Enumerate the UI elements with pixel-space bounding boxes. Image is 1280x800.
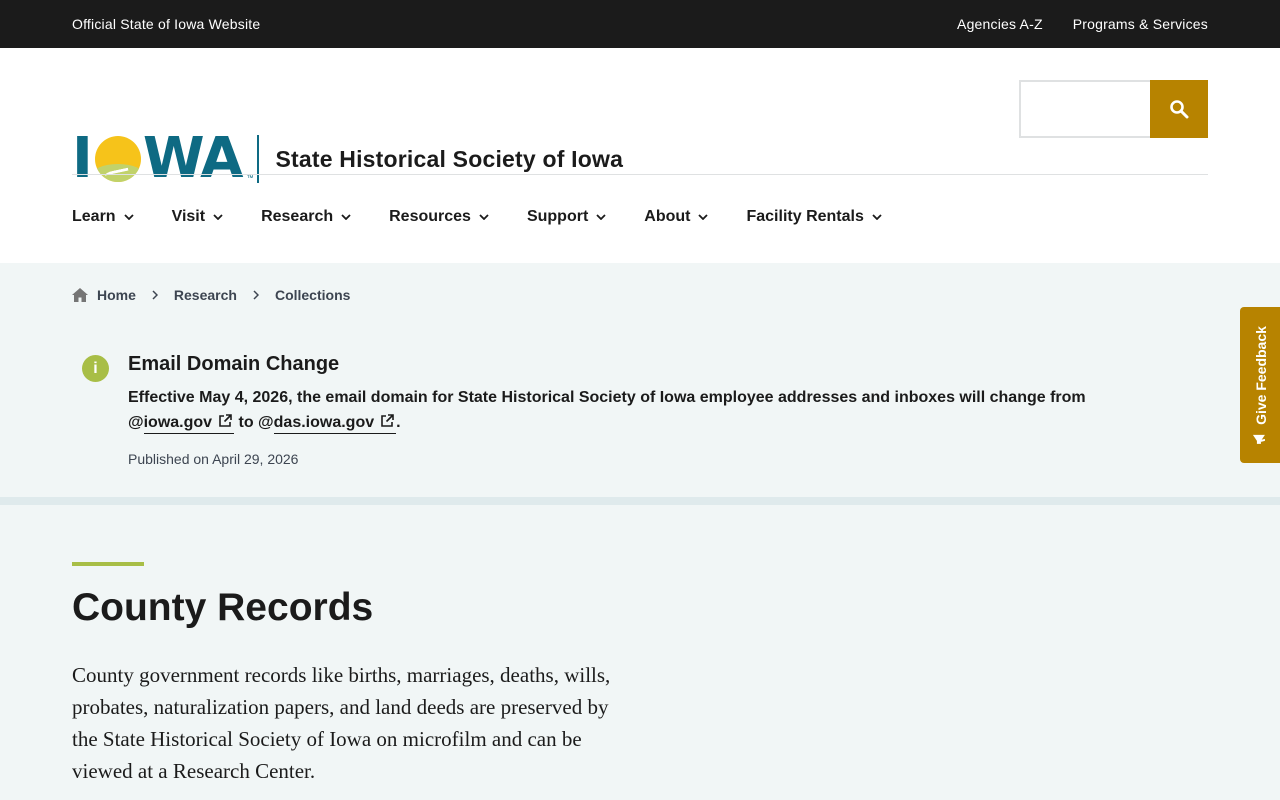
- external-link-icon: [380, 411, 394, 436]
- nav-support[interactable]: Support: [527, 208, 606, 226]
- nav-about[interactable]: About: [644, 208, 709, 226]
- chevron-down-icon: [341, 214, 351, 220]
- breadcrumb-research[interactable]: Research: [174, 287, 237, 303]
- brand[interactable]: I WA ™ State Historical Society of Iowa: [72, 126, 623, 191]
- alert-published-date: Published on April 29, 2026: [128, 451, 299, 467]
- agencies-link[interactable]: Agencies A-Z: [957, 16, 1043, 32]
- megaphone-icon: [1252, 430, 1269, 444]
- chevron-right-icon: [253, 290, 259, 300]
- nav-research[interactable]: Research: [261, 208, 351, 226]
- page-title: County Records: [72, 586, 374, 629]
- title-accent-bar: [72, 562, 144, 566]
- nav-resources[interactable]: Resources: [389, 208, 489, 226]
- site-name[interactable]: State Historical Society of Iowa: [275, 146, 623, 173]
- nav-learn[interactable]: Learn: [72, 208, 134, 226]
- breadcrumb-home[interactable]: Home: [97, 287, 136, 303]
- breadcrumb: Home Research Collections: [72, 287, 350, 303]
- chevron-down-icon: [213, 214, 223, 220]
- official-site-label: Official State of Iowa Website: [72, 16, 261, 32]
- alert-title: Email Domain Change: [128, 353, 340, 375]
- chevron-down-icon: [123, 214, 134, 220]
- chevron-down-icon: [872, 214, 882, 220]
- nav-label: About: [644, 208, 691, 225]
- section-divider: [0, 497, 1280, 505]
- search-form: [1019, 80, 1208, 138]
- chevron-down-icon: [698, 214, 709, 220]
- chevron-down-icon: [596, 214, 606, 220]
- home-icon: [72, 288, 88, 302]
- nav-visit[interactable]: Visit: [172, 208, 224, 226]
- top-bar: Official State of Iowa Website Agencies …: [0, 0, 1280, 48]
- intro-paragraph: County government records like births, m…: [72, 663, 611, 783]
- nav-label: Facility Rentals: [746, 208, 864, 225]
- breadcrumb-current: Collections: [274, 287, 351, 303]
- site-header: I WA ™ State Historical Society of Iowa L…: [0, 48, 1280, 263]
- search-input[interactable]: [1019, 80, 1150, 138]
- nav-label: Visit: [171, 208, 206, 225]
- feedback-label: Give Feedback: [1252, 325, 1269, 425]
- programs-services-link[interactable]: Programs & Services: [1073, 16, 1208, 32]
- search-button[interactable]: [1150, 80, 1208, 138]
- chevron-right-icon: [152, 290, 158, 300]
- iowa-gov-link[interactable]: iowa.gov: [143, 411, 235, 436]
- nav-label: Research: [261, 208, 334, 225]
- external-link-icon: [218, 411, 232, 436]
- sun-icon: [94, 136, 141, 182]
- search-icon: [1170, 100, 1189, 119]
- header-divider: [72, 174, 1208, 175]
- alert-text: to @: [234, 414, 274, 431]
- logo-wordmark: I WA: [72, 126, 243, 191]
- info-icon: i: [82, 355, 109, 382]
- nav-facility-rentals[interactable]: Facility Rentals: [746, 208, 882, 226]
- top-bar-links: Agencies A-Z Programs & Services: [957, 16, 1208, 32]
- alert-body: Effective May 4, 2026, the email domain …: [128, 385, 1128, 436]
- brand-divider: [257, 135, 260, 183]
- link-label: iowa.gov: [143, 414, 213, 431]
- nav-label: Support: [526, 208, 589, 225]
- trademark-mark: ™: [246, 175, 254, 182]
- chevron-down-icon: [479, 214, 489, 220]
- give-feedback-button[interactable]: Give Feedback: [1240, 307, 1280, 463]
- main-nav: Learn Visit Research Resources Support A…: [72, 208, 920, 226]
- nav-label: Learn: [72, 208, 116, 225]
- das-iowa-gov-link[interactable]: das.iowa.gov: [273, 411, 397, 436]
- alert-text: .: [396, 414, 401, 431]
- nav-label: Resources: [389, 208, 471, 225]
- link-label: das.iowa.gov: [273, 414, 375, 431]
- iowa-logo[interactable]: I WA ™: [72, 126, 253, 191]
